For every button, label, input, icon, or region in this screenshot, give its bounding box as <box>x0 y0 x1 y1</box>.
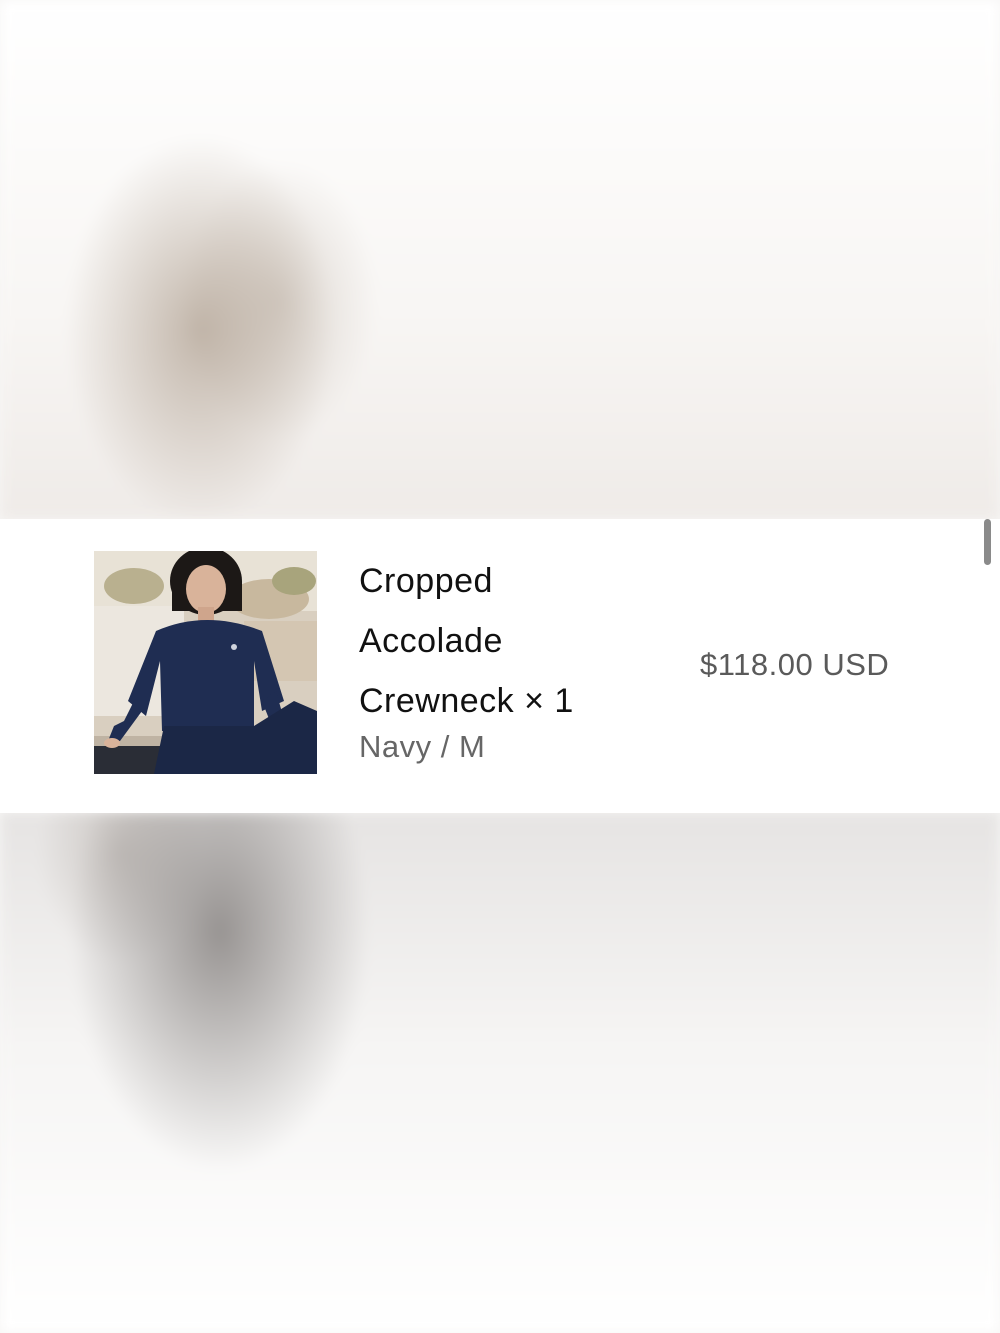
product-title-line: Cropped <box>359 562 493 600</box>
order-line-item: Cropped Accolade Crewneck × 1 Navy / M $… <box>0 519 1000 813</box>
blurred-background-bottom <box>0 812 1000 1333</box>
order-summary-screen: Cropped Accolade Crewneck × 1 Navy / M $… <box>0 0 1000 1333</box>
product-title-line: Crewneck × 1 <box>359 671 649 731</box>
product-title-line: Accolade <box>359 622 503 660</box>
blurred-background-top <box>0 0 1000 520</box>
scrollbar-thumb[interactable] <box>984 519 991 565</box>
product-photo-icon <box>94 551 317 774</box>
variant-label: Navy / M <box>359 729 486 764</box>
product-title-line-3: Crewneck <box>359 682 515 720</box>
price-label: $118.00 USD <box>700 647 890 682</box>
product-title[interactable]: Cropped Accolade Crewneck × 1 <box>359 551 649 731</box>
product-thumbnail <box>94 551 317 774</box>
quantity-label: × 1 <box>524 682 574 720</box>
